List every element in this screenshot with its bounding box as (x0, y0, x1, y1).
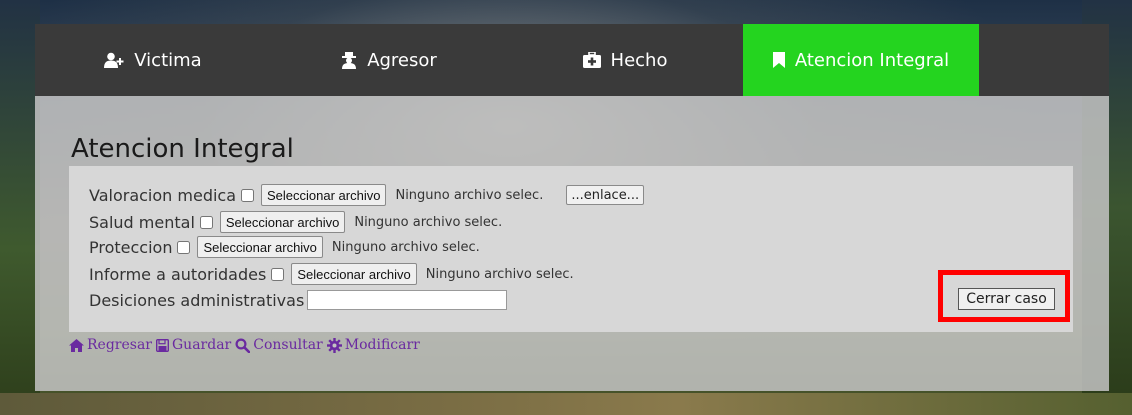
guardar-label: Guardar (172, 337, 232, 353)
consultar-link[interactable]: Consultar (235, 337, 323, 353)
proteccion-label: Proteccion (89, 237, 173, 257)
close-case-button[interactable]: Cerrar caso (958, 288, 1055, 310)
attention-form: Valoracion medica Seleccionar archivo Ni… (69, 166, 1073, 332)
valoracion-medica-file-status: Ninguno archivo selec. (395, 187, 544, 203)
gear-icon (326, 337, 342, 353)
content-panel: Atencion Integral Valoracion medica Sele… (35, 96, 1109, 391)
tab-atencion-integral[interactable]: Atencion Integral (743, 24, 979, 96)
row-informe-autoridades: Informe a autoridades Seleccionar archiv… (89, 263, 574, 285)
proteccion-file-button[interactable]: Seleccionar archivo (197, 236, 323, 258)
tab-victima[interactable]: Victima (35, 24, 271, 96)
row-valoracion-medica: Valoracion medica Seleccionar archivo Ni… (89, 184, 645, 206)
save-icon (156, 338, 169, 352)
modificar-link[interactable]: Modificarr (326, 337, 420, 353)
tab-agresor-label: Agresor (367, 49, 437, 71)
decisiones-label: Desiciones administrativas (89, 290, 305, 310)
top-navbar: Victima Agresor Hecho Atencion Integral (35, 24, 1109, 96)
user-secret-icon (341, 51, 357, 69)
tab-agresor[interactable]: Agresor (271, 24, 507, 96)
search-icon (235, 337, 251, 353)
action-links: Regresar Guardar Consultar Modificarr (69, 337, 420, 353)
salud-mental-checkbox[interactable] (199, 215, 213, 229)
enlace-button[interactable]: ...enlace... (566, 185, 645, 205)
informe-autoridades-file-status: Ninguno archivo selec. (425, 266, 574, 282)
tab-hecho-label: Hecho (610, 49, 668, 71)
tab-hecho[interactable]: Hecho (507, 24, 743, 96)
consultar-label: Consultar (253, 337, 323, 353)
salud-mental-file-status: Ninguno archivo selec. (354, 214, 503, 230)
informe-autoridades-file-button[interactable]: Seleccionar archivo (291, 263, 417, 285)
salud-mental-file-button[interactable]: Seleccionar archivo (219, 211, 346, 233)
salud-mental-label: Salud mental (89, 212, 195, 232)
valoracion-medica-label: Valoracion medica (89, 185, 237, 205)
tab-atencion-integral-label: Atencion Integral (794, 49, 950, 71)
regresar-label: Regresar (87, 337, 152, 353)
informe-autoridades-checkbox[interactable] (271, 267, 285, 281)
page-title: Atencion Integral (71, 134, 294, 164)
valoracion-medica-file-button[interactable]: Seleccionar archivo (261, 184, 387, 206)
row-decisiones: Desiciones administrativas (89, 289, 508, 311)
row-proteccion: Proteccion Seleccionar archivo Ninguno a… (89, 236, 480, 258)
bookmark-icon (772, 52, 785, 68)
valoracion-medica-checkbox[interactable] (241, 188, 255, 202)
background-bottom (0, 393, 1132, 415)
medkit-icon (582, 52, 601, 68)
background-left (0, 0, 40, 415)
regresar-link[interactable]: Regresar (69, 337, 152, 353)
modificar-label: Modificarr (344, 337, 420, 353)
row-salud-mental: Salud mental Seleccionar archivo Ninguno… (89, 211, 502, 233)
user-plus-icon (104, 52, 124, 68)
decisiones-input[interactable] (307, 290, 508, 310)
proteccion-checkbox[interactable] (177, 240, 191, 254)
tab-victima-label: Victima (134, 49, 202, 71)
informe-autoridades-label: Informe a autoridades (89, 264, 267, 284)
proteccion-file-status: Ninguno archivo selec. (331, 239, 480, 255)
home-icon (69, 338, 84, 352)
guardar-link[interactable]: Guardar (156, 337, 231, 353)
